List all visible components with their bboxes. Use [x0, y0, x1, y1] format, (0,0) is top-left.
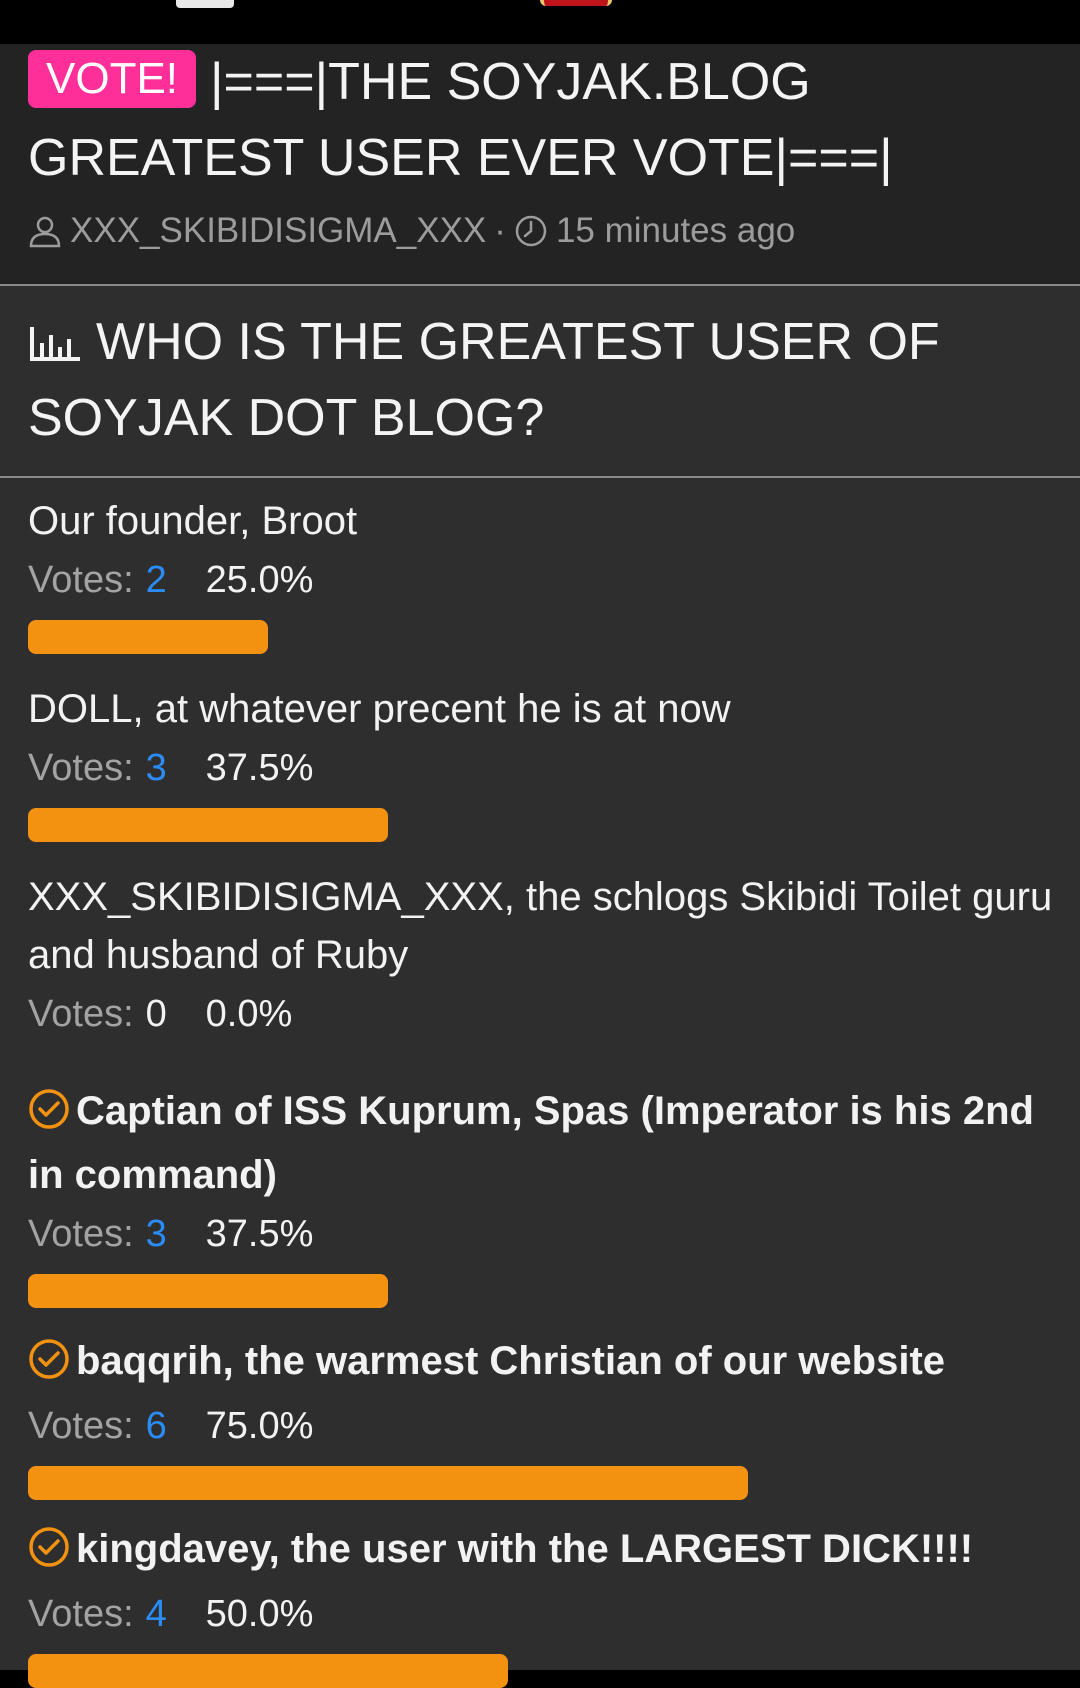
site-mascot-icon[interactable]	[540, 0, 612, 6]
votes-percent: 37.5%	[205, 1213, 314, 1255]
vote-progress-bar	[28, 1466, 748, 1500]
vote-progress-bar	[28, 808, 388, 842]
poll-option-votes: Votes: 3 37.5%	[28, 1204, 1058, 1264]
meta-separator: ·	[494, 211, 506, 250]
votes-count: 0	[145, 993, 167, 1035]
votes-label: Votes:	[28, 559, 134, 601]
post-author[interactable]: XXX_SKIBIDISIGMA_XXX	[70, 211, 486, 251]
poll-option-votes: Votes: 3 37.5%	[28, 738, 1058, 798]
poll-option[interactable]: DOLL, at whatever precent he is at now V…	[28, 680, 1058, 842]
poll-option[interactable]: Our founder, Broot Votes: 2 25.0%	[28, 492, 1058, 654]
votes-label: Votes:	[28, 1213, 134, 1255]
votes-label: Votes:	[28, 993, 134, 1035]
poll-option-votes: Votes: 2 25.0%	[28, 550, 1058, 610]
poll-option-label: baqqrih, the warmest Christian of our we…	[28, 1332, 1058, 1396]
check-circle-icon	[28, 1526, 70, 1584]
poll-option-label: XXX_SKIBIDISIGMA_XXX, the schlogs Skibid…	[28, 875, 1053, 977]
vote-progress-bar	[28, 620, 268, 654]
votes-count: 2	[145, 559, 167, 601]
poll-option-votes: Votes: 6 75.0%	[28, 1396, 1058, 1456]
poll-option[interactable]: baqqrih, the warmest Christian of our we…	[28, 1332, 1058, 1500]
votes-percent: 37.5%	[205, 747, 314, 789]
post-meta: XXX_SKIBIDISIGMA_XXX · 15 minutes ago	[28, 206, 795, 256]
site-logo[interactable]	[176, 0, 234, 8]
clock-icon	[514, 214, 548, 248]
votes-percent: 0.0%	[205, 993, 293, 1035]
poll-option-label: DOLL, at whatever precent he is at now	[28, 687, 731, 731]
poll-question-text: WHO IS THE GREATEST USER OF SOYJAK DOT B…	[28, 313, 940, 447]
poll-option-votes: Votes: 0 0.0%	[28, 984, 1058, 1044]
check-circle-icon	[28, 1088, 70, 1146]
post-header: VOTE! |===|THE SOYJAK.BLOG GREATEST USER …	[0, 44, 1080, 286]
poll-question: WHO IS THE GREATEST USER OF SOYJAK DOT B…	[28, 304, 1048, 456]
poll-header: WHO IS THE GREATEST USER OF SOYJAK DOT B…	[0, 286, 1080, 478]
votes-label: Votes:	[28, 747, 134, 789]
votes-label: Votes:	[28, 1405, 134, 1447]
vote-badge: VOTE!	[28, 50, 197, 108]
votes-count: 3	[145, 1213, 167, 1255]
poll-option-votes: Votes: 4 50.0%	[28, 1584, 1058, 1644]
poll-option-label: kingdavey, the user with the LARGEST DIC…	[28, 1520, 1058, 1584]
poll-option[interactable]: XXX_SKIBIDISIGMA_XXX, the schlogs Skibid…	[28, 868, 1058, 1044]
votes-label: Votes:	[28, 1593, 134, 1635]
votes-percent: 50.0%	[205, 1593, 314, 1635]
votes-count: 4	[145, 1593, 167, 1635]
votes-percent: 25.0%	[205, 559, 314, 601]
post-title: VOTE! |===|THE SOYJAK.BLOG GREATEST USER …	[28, 44, 1058, 196]
votes-count: 3	[145, 747, 167, 789]
poll-option-label: Captian of ISS Kuprum, Spas (Imperator i…	[28, 1082, 1058, 1204]
top-navigation-bar	[0, 0, 1080, 44]
poll-option-label-text: kingdavey, the user with the LARGEST DIC…	[76, 1527, 974, 1571]
poll-container: WHO IS THE GREATEST USER OF SOYJAK DOT B…	[0, 286, 1080, 1688]
poll-option[interactable]: Captian of ISS Kuprum, Spas (Imperator i…	[28, 1082, 1058, 1308]
poll-option-label-text: baqqrih, the warmest Christian of our we…	[76, 1339, 946, 1383]
poll-option-label-text: Captian of ISS Kuprum, Spas (Imperator i…	[28, 1089, 1034, 1197]
post-time: 15 minutes ago	[555, 211, 796, 250]
votes-count: 6	[145, 1405, 167, 1447]
poll-option[interactable]: kingdavey, the user with the LARGEST DIC…	[28, 1520, 1058, 1688]
poll-option-label: Our founder, Broot	[28, 499, 358, 543]
poll-chart-icon	[28, 313, 96, 371]
user-icon	[28, 214, 62, 248]
vote-progress-bar	[28, 1274, 388, 1308]
vote-progress-bar	[28, 1654, 508, 1688]
check-circle-icon	[28, 1338, 70, 1396]
votes-percent: 75.0%	[205, 1405, 314, 1447]
